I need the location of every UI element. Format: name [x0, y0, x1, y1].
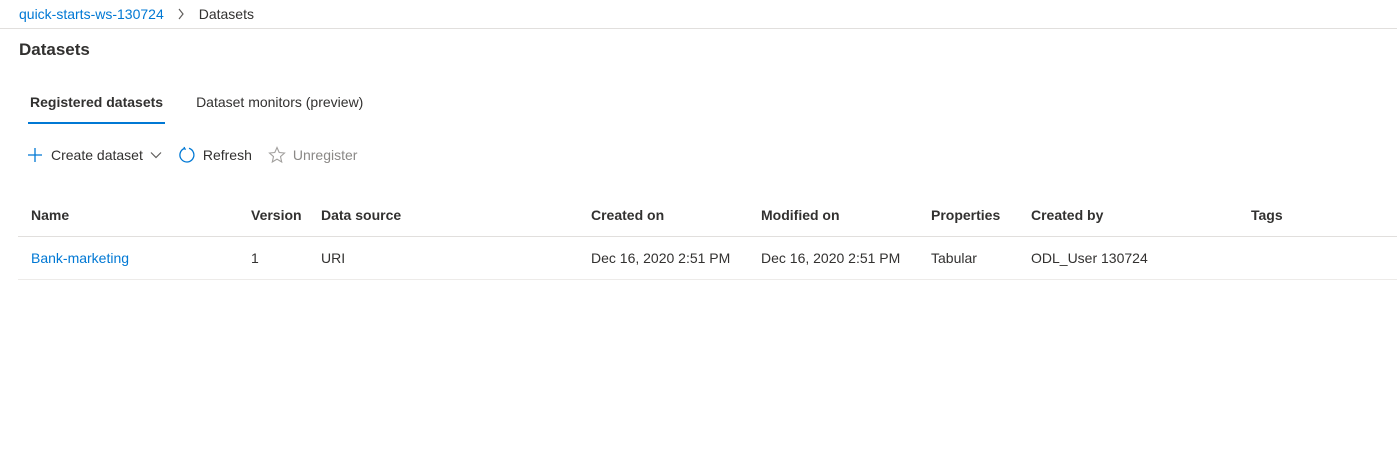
chevron-right-icon [177, 8, 185, 20]
tab-dataset-monitors[interactable]: Dataset monitors (preview) [194, 88, 365, 124]
unregister-label: Unregister [292, 147, 358, 163]
app-root: quick-starts-ws-130724 Datasets Datasets… [0, 0, 1397, 476]
page-title: Datasets [19, 40, 90, 59]
column-header-created-by[interactable]: Created by [1018, 207, 1238, 223]
create-dataset-label: Create dataset [51, 147, 143, 163]
toolbar: Create dataset Refresh Unregister [26, 143, 373, 167]
tab-list: Registered datasets Dataset monitors (pr… [28, 88, 394, 124]
column-header-name[interactable]: Name [18, 207, 238, 223]
refresh-label: Refresh [202, 147, 252, 163]
column-header-created-on[interactable]: Created on [578, 207, 748, 223]
cell-created-on: Dec 16, 2020 2:51 PM [591, 250, 731, 266]
column-header-modified-on[interactable]: Modified on [748, 207, 918, 223]
refresh-button[interactable]: Refresh [178, 146, 252, 164]
table-row[interactable]: Bank-marketing 1 URI Dec 16, 2020 2:51 P… [18, 237, 1397, 280]
column-header-version[interactable]: Version [238, 207, 308, 223]
unregister-button[interactable]: Unregister [268, 146, 358, 164]
create-dataset-button[interactable]: Create dataset [26, 146, 162, 164]
column-header-properties[interactable]: Properties [918, 207, 1018, 223]
column-header-tags[interactable]: Tags [1238, 207, 1397, 223]
cell-modified-on: Dec 16, 2020 2:51 PM [761, 250, 901, 266]
plus-icon [26, 146, 44, 164]
chevron-down-icon [150, 151, 162, 159]
breadcrumb: quick-starts-ws-130724 Datasets [0, 0, 1397, 29]
table-header: Name Version Data source Created on Modi… [18, 194, 1397, 237]
column-header-data-source[interactable]: Data source [308, 207, 578, 223]
breadcrumb-workspace-link[interactable]: quick-starts-ws-130724 [19, 6, 164, 22]
cell-name: Bank-marketing [18, 250, 238, 266]
dataset-name-link[interactable]: Bank-marketing [31, 250, 129, 266]
breadcrumb-current: Datasets [198, 6, 254, 22]
cell-properties: Tabular [931, 250, 977, 266]
cell-data-source: URI [321, 250, 346, 266]
cell-version: 1 [251, 250, 259, 266]
cell-created-by: ODL_User 130724 [1031, 250, 1148, 266]
refresh-icon [178, 146, 196, 164]
star-icon [268, 146, 286, 164]
tab-registered-datasets[interactable]: Registered datasets [28, 88, 166, 124]
datasets-table: Name Version Data source Created on Modi… [18, 194, 1397, 280]
